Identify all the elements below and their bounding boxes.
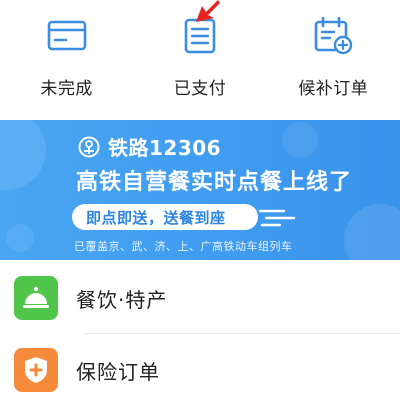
- railway-logo-icon: [78, 136, 100, 157]
- list-item-catering-label: 餐饮·特产: [76, 287, 168, 312]
- shield-plus-icon: [14, 348, 58, 392]
- banner-brand: 铁路12306: [78, 132, 221, 161]
- red-arrow-annotation: [196, 0, 220, 22]
- list-item-insurance[interactable]: 保险订单: [0, 334, 400, 406]
- banner-footnote: 已覆盖京、武、济、上、广高铁动车组列车: [74, 240, 293, 253]
- shortcut-paid-label: 已支付: [173, 79, 227, 99]
- shortcut-waitlist-label: 候补订单: [298, 79, 369, 99]
- banner-pill: 即点即送，送餐到座: [72, 204, 258, 230]
- banner-headline: 高铁自营餐实时点餐上线了: [76, 170, 353, 195]
- service-bell-icon: [14, 276, 58, 320]
- service-list: 餐饮·特产 保险订单: [0, 262, 400, 406]
- list-item-catering[interactable]: 餐饮·特产: [0, 262, 400, 334]
- list-item-insurance-label: 保险订单: [76, 359, 160, 384]
- banner-brand-text: 铁路12306: [108, 136, 222, 160]
- shortcut-unfinished-label: 未完成: [40, 79, 93, 99]
- speed-lines-icon: [258, 209, 296, 227]
- card-icon: [47, 20, 86, 51]
- shortcut-waitlist[interactable]: 候补订单: [267, 0, 400, 118]
- calendar-add-icon: [315, 16, 353, 55]
- shortcut-unfinished[interactable]: 未完成: [0, 0, 133, 118]
- order-shortcut-row: 未完成 已支付 候补订单: [0, 0, 400, 118]
- promo-banner[interactable]: 铁路12306 高铁自营餐实时点餐上线了 即点即送，送餐到座 已覆盖京、武、济、…: [0, 120, 400, 260]
